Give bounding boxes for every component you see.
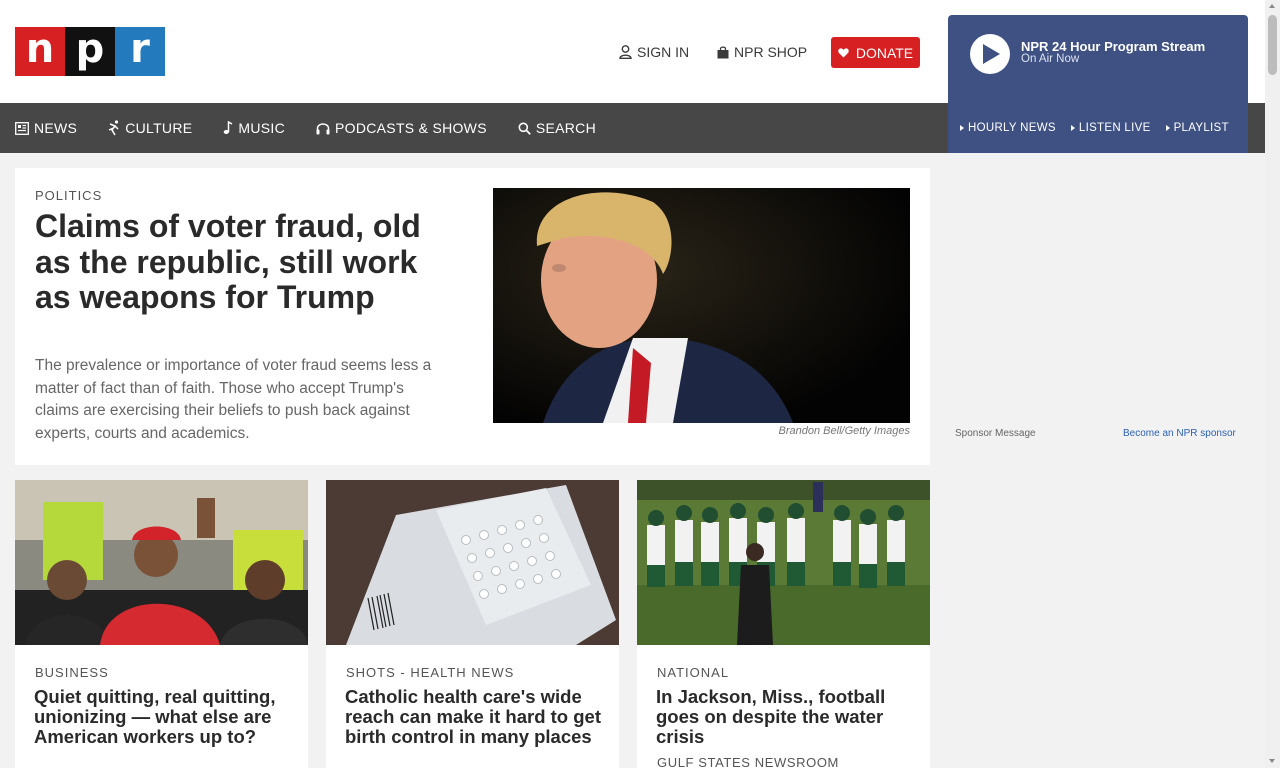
npr-logo[interactable]: n p r: [15, 27, 165, 76]
nav-music[interactable]: MUSIC: [223, 120, 285, 136]
story-card-image[interactable]: [637, 480, 930, 645]
play-button[interactable]: [970, 34, 1010, 74]
nav-podcasts-shows-label: PODCASTS & SHOWS: [335, 120, 487, 136]
donate-button[interactable]: DONATE: [831, 37, 920, 68]
nav-search-label: SEARCH: [535, 120, 596, 136]
search-icon: [518, 122, 531, 135]
triangle-right-icon: [960, 125, 964, 131]
triangle-right-icon: [1165, 125, 1170, 131]
nav-culture[interactable]: CULTURE: [108, 120, 192, 136]
story-card-national: NATIONAL In Jackson, Miss., football goe…: [637, 480, 930, 768]
scroll-thumb[interactable]: [1268, 15, 1277, 75]
headphones-icon: [316, 122, 330, 134]
story-card-title[interactable]: Quiet quitting, real quitting, unionizin…: [34, 687, 296, 747]
nav-music-label: MUSIC: [238, 120, 286, 136]
heart-icon: [838, 47, 849, 57]
listen-live-label: LISTEN LIVE: [1078, 122, 1151, 134]
user-icon: [619, 45, 632, 59]
stream-status: On Air Now: [1021, 53, 1080, 65]
nav-news-label: NEWS: [34, 120, 78, 136]
stream-title: NPR 24 Hour Program Stream: [1021, 39, 1206, 54]
logo-letter-p: p: [65, 27, 115, 76]
featured-story-image[interactable]: [493, 188, 910, 423]
story-card-slug[interactable]: BUSINESS: [35, 665, 109, 680]
scroll-up-arrow-icon[interactable]: [1269, 4, 1275, 8]
featured-story: POLITICS Claims of voter fraud, old as t…: [15, 168, 930, 465]
story-card-slug[interactable]: SHOTS - HEALTH NEWS: [346, 665, 514, 680]
story-card-image[interactable]: [326, 480, 619, 645]
featured-story-teaser[interactable]: The prevalence or importance of voter fr…: [35, 355, 445, 445]
story-card-business: BUSINESS Quiet quitting, real quitting, …: [15, 480, 308, 768]
hourly-news-link[interactable]: HOURLY NEWS: [960, 122, 1056, 134]
shopping-bag-icon: [717, 46, 729, 58]
nav-search[interactable]: SEARCH: [518, 120, 596, 136]
featured-photo-illustration: [493, 188, 910, 423]
npr-shop-label: NPR SHOP: [734, 44, 808, 60]
logo-letter-r: r: [115, 27, 165, 76]
dancer-icon: [108, 120, 119, 136]
npr-shop-link[interactable]: NPR SHOP: [717, 37, 807, 67]
story-card-title[interactable]: Catholic health care's wide reach can ma…: [345, 687, 607, 747]
nav-culture-label: CULTURE: [125, 120, 193, 136]
hourly-news-label: HOURLY NEWS: [968, 122, 1056, 134]
story-card-slug[interactable]: NATIONAL: [657, 665, 729, 680]
donate-label: DONATE: [855, 44, 914, 61]
playlist-label: PLAYLIST: [1173, 122, 1229, 134]
nav-podcasts-shows[interactable]: PODCASTS & SHOWS: [316, 120, 487, 136]
story-card-title[interactable]: In Jackson, Miss., football goes on desp…: [656, 687, 918, 747]
story-card-shots-health-news: SHOTS - HEALTH NEWS Catholic health care…: [326, 480, 619, 768]
union-protest-photo: [15, 480, 308, 645]
featured-story-title[interactable]: Claims of voter fraud, old as the republ…: [35, 208, 460, 316]
newspaper-icon: [15, 121, 29, 135]
logo-letter-n: n: [15, 27, 65, 76]
play-icon: [983, 44, 1000, 64]
nav-news[interactable]: NEWS: [15, 120, 77, 136]
image-credit: Brandon Bell/Getty Images: [778, 425, 910, 437]
listen-live-link[interactable]: LISTEN LIVE: [1070, 122, 1151, 134]
playlist-link[interactable]: PLAYLIST: [1165, 122, 1229, 134]
sponsor-message-label: Sponsor Message: [955, 428, 1036, 439]
sign-in-label: SIGN IN: [637, 44, 690, 60]
story-card-source[interactable]: GULF STATES NEWSROOM: [657, 755, 839, 768]
page-scrollbar[interactable]: [1265, 0, 1280, 768]
story-card-image[interactable]: [15, 480, 308, 645]
scroll-down-arrow-icon[interactable]: [1269, 759, 1275, 763]
sign-in-link[interactable]: SIGN IN: [619, 37, 689, 67]
birth-control-pills-photo: [326, 480, 619, 645]
player-links: HOURLY NEWS LISTEN LIVE PLAYLIST: [948, 103, 1248, 153]
triangle-right-icon: [1070, 125, 1075, 131]
featured-story-slug[interactable]: POLITICS: [35, 188, 102, 203]
become-sponsor-link[interactable]: Become an NPR sponsor: [1123, 428, 1236, 439]
music-note-icon: [224, 121, 233, 134]
football-team-photo: [637, 480, 930, 645]
